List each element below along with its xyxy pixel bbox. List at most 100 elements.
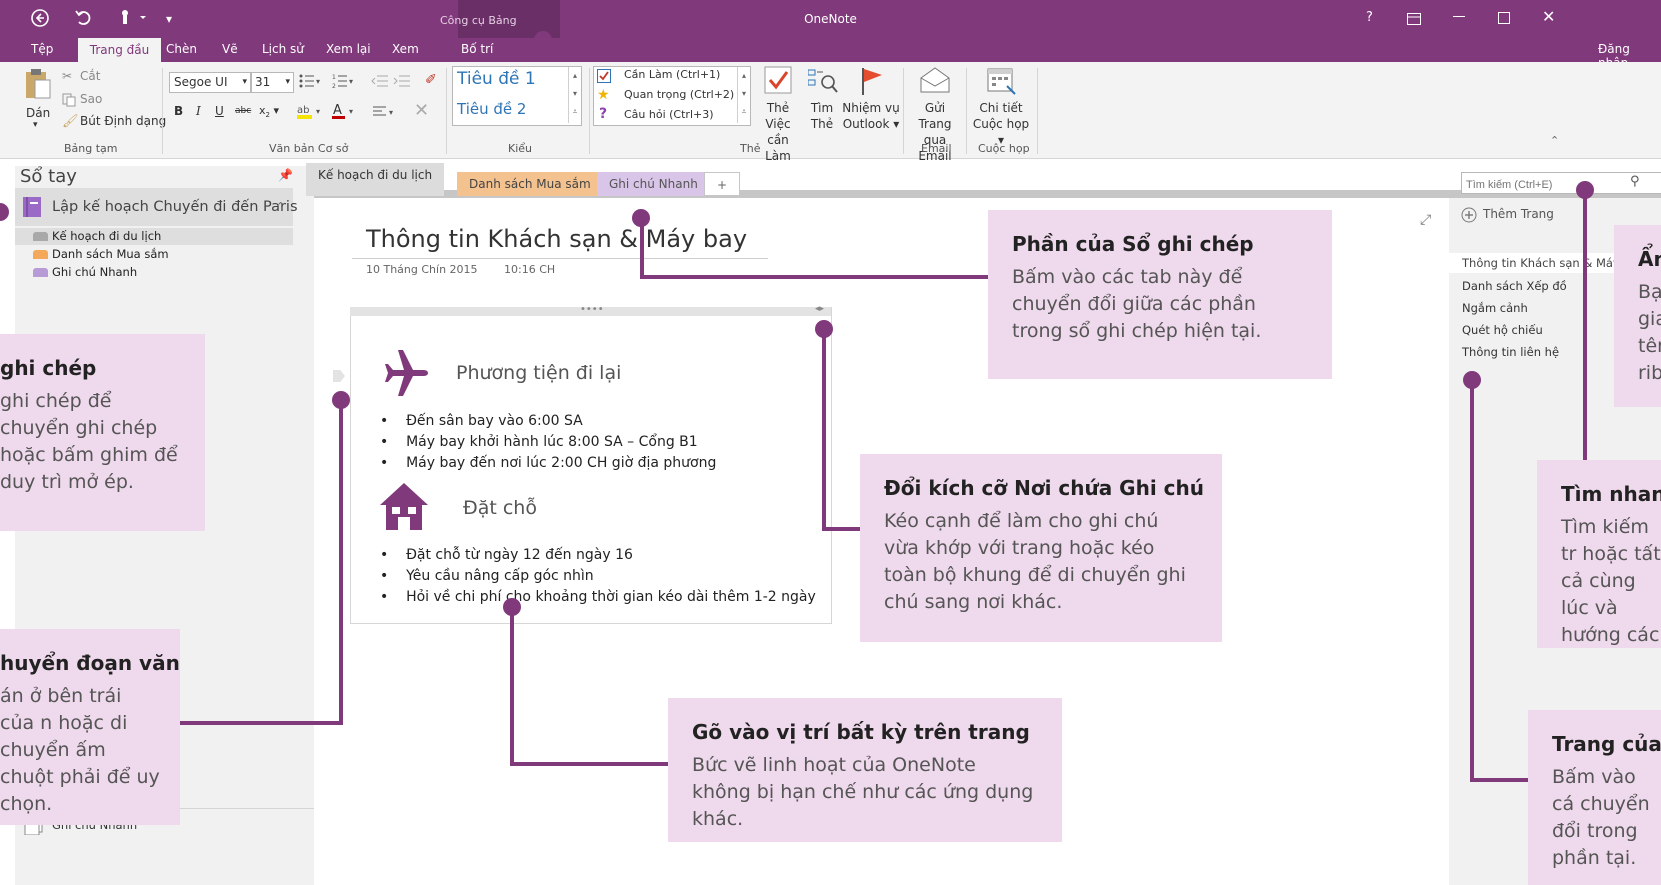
ribbon-display-icon[interactable] <box>1407 10 1421 29</box>
outlook-flag-icon[interactable] <box>860 66 884 100</box>
decrease-indent-icon[interactable] <box>371 73 389 93</box>
style-heading1[interactable]: Tiêu đề 1 <box>457 69 536 89</box>
tab-history[interactable]: Lịch sử <box>262 42 304 56</box>
todo-tag-icon[interactable] <box>764 66 792 98</box>
minimize-icon[interactable] <box>1453 16 1465 17</box>
section-tab-travel[interactable]: Kế hoạch đi du lịch <box>306 163 445 196</box>
search-box[interactable]: ⚲ <box>1461 172 1661 194</box>
maximize-icon[interactable] <box>1498 12 1510 24</box>
booking-heading[interactable]: Đặt chỗ <box>463 497 537 519</box>
copy-icon[interactable] <box>62 92 76 111</box>
list-item-text: Hỏi về chi phí cho khoảng thời gian kéo … <box>406 589 816 605</box>
section-item-shopping[interactable]: Danh sách Mua sắm <box>52 247 169 261</box>
chevron-down-icon: ▾ <box>242 77 247 87</box>
strikethrough-icon[interactable]: abc <box>235 106 251 116</box>
list-item[interactable]: • Máy bay khởi hành lúc 8:00 SA – Cổng B… <box>380 434 716 455</box>
outlook-tasks-button[interactable]: Nhiệm vụ Outlook ▾ <box>842 100 900 132</box>
section-item-travel[interactable]: Kế hoạch đi du lịch <box>52 229 161 243</box>
callout-type-anywhere: Gõ vào vị trí bất kỳ trên trang Bức vẽ l… <box>668 698 1062 842</box>
tab-insert[interactable]: Chèn <box>166 42 197 56</box>
paste-button[interactable]: Dán <box>26 106 50 120</box>
format-painter-button[interactable]: Bút Định dạng <box>80 114 166 128</box>
page-item-passport[interactable]: Quét hộ chiếu <box>1462 323 1543 337</box>
page-item-contacts[interactable]: Thông tin liên hệ <box>1462 345 1559 359</box>
styles-scroll-icon[interactable]: ▴ ▾ ⩡ <box>568 67 581 123</box>
drag-handle-icon[interactable]: •••• <box>580 304 604 315</box>
close-icon[interactable]: ✕ <box>1542 7 1555 26</box>
add-section-tab[interactable]: + <box>704 172 741 196</box>
add-page-button[interactable]: Thêm Trang <box>1483 207 1554 221</box>
tab-layout[interactable]: Bố trí <box>461 42 493 56</box>
cut-button[interactable]: Cắt <box>80 69 100 83</box>
underline-icon[interactable]: U <box>215 104 224 118</box>
highlighter-icon[interactable]: ab ▾ <box>297 102 325 124</box>
collapse-ribbon-icon[interactable]: ⌃ <box>1550 134 1559 147</box>
touch-mode-icon[interactable] <box>118 8 148 31</box>
tab-review[interactable]: Xem lại <box>326 42 371 56</box>
paste-dropdown-icon[interactable]: ▾ <box>33 120 38 130</box>
clear-formatting-icon[interactable]: ✐ <box>425 72 437 88</box>
font-name-select[interactable]: Segoe UI ▾ <box>169 72 251 93</box>
find-tags-button[interactable]: Tìm Thẻ <box>806 100 838 132</box>
section-icon <box>33 232 48 241</box>
find-tags-icon[interactable] <box>807 68 838 98</box>
tab-view[interactable]: Xem <box>392 42 419 56</box>
expand-icon[interactable]: ⤢ <box>1420 212 1431 228</box>
delete-icon[interactable]: ✕ <box>414 100 429 121</box>
list-item[interactable]: • Đặt chỗ từ ngày 12 đến ngày 16 <box>380 547 816 568</box>
transport-heading[interactable]: Phương tiện đi lại <box>456 362 621 384</box>
pin-icon[interactable]: 📌 <box>278 168 293 182</box>
font-color-icon[interactable]: A ▾ <box>332 102 358 124</box>
resize-handle-icon[interactable]: ◂▸ <box>815 304 824 314</box>
section-tab-quick-notes[interactable]: Ghi chú Nhanh <box>597 172 710 196</box>
bold-icon[interactable]: B <box>174 104 183 118</box>
search-icon[interactable]: ⚲ <box>1630 174 1640 189</box>
tag-question[interactable]: Câu hỏi (Ctrl+3) <box>624 108 714 121</box>
meeting-details-button[interactable]: Chi tiết Cuộc họp ▾ <box>970 100 1032 148</box>
style-heading2[interactable]: Tiêu đề 2 <box>457 100 526 118</box>
section-tab-shopping[interactable]: Danh sách Mua sắm <box>457 172 603 196</box>
tab-draw[interactable]: Vẽ <box>222 42 238 56</box>
section-item-quick-notes[interactable]: Ghi chú Nhanh <box>52 265 137 279</box>
undo-icon[interactable] <box>74 8 92 31</box>
page-item-packing[interactable]: Danh sách Xếp đồ <box>1462 279 1567 293</box>
page-item-sightseeing[interactable]: Ngắm cảnh <box>1462 301 1528 315</box>
tags-scroll-icon[interactable]: ▴ ▾ ⩡ <box>737 67 750 123</box>
help-button[interactable]: ? <box>1366 10 1373 25</box>
list-item[interactable]: • Yêu cầu nâng cấp góc nhìn <box>380 568 816 589</box>
tag-important[interactable]: Quan trọng (Ctrl+2) <box>624 88 734 101</box>
paste-icon[interactable] <box>24 68 52 104</box>
tab-home[interactable]: Trang đầu <box>78 38 161 62</box>
email-page-icon[interactable] <box>919 66 951 98</box>
italic-icon[interactable]: I <box>196 104 201 118</box>
tag-todo[interactable]: Cần Làm (Ctrl+1) <box>624 68 720 81</box>
callout-hide-ribbon: Ẩn Bạ gia tên rib <box>1614 225 1661 407</box>
subscript-icon[interactable]: x2 ▾ <box>259 104 279 119</box>
copy-button[interactable]: Sao <box>80 92 102 106</box>
font-size-select[interactable]: 31 ▾ <box>251 72 294 93</box>
page-title[interactable]: Thông tin Khách sạn & Máy bay <box>366 225 747 253</box>
meeting-details-icon[interactable] <box>987 66 1017 100</box>
format-painter-icon[interactable]: 🖌 <box>62 114 79 129</box>
numbering-icon[interactable]: 1 2 ▾ <box>332 73 354 93</box>
collapse-notebook-icon[interactable]: ⌃ <box>276 200 285 213</box>
list-item[interactable]: • Hỏi về chi phí cho khoảng thời gian ké… <box>380 589 816 610</box>
list-item[interactable]: • Đến sân bay vào 6:00 SA <box>380 413 716 434</box>
callout-body: Bấm vào các tab này để chuyển đổi giữa c… <box>1012 266 1262 342</box>
callout-dot <box>503 598 521 616</box>
section-icon <box>33 250 48 259</box>
bullets-icon[interactable]: ▾ <box>299 73 321 93</box>
back-icon[interactable] <box>30 8 50 33</box>
todo-tag-button[interactable]: Thẻ Việc cần Làm <box>755 100 801 164</box>
scissors-icon[interactable]: ✂ <box>62 69 72 83</box>
separator <box>903 68 904 154</box>
add-page-icon[interactable] <box>1461 207 1477 227</box>
increase-indent-icon[interactable] <box>393 73 411 93</box>
notebook-name[interactable]: Lập kế hoạch Chuyến đi đến Paris <box>52 199 298 215</box>
list-item[interactable]: • Máy bay đến nơi lúc 2:00 CH giờ địa ph… <box>380 455 716 476</box>
section-icon <box>33 268 48 277</box>
page-item-hotel[interactable]: Thông tin Khách sạn & Máy <box>1462 256 1620 270</box>
tab-file[interactable]: Tệp <box>31 42 53 56</box>
customize-qat-icon[interactable]: ▾ <box>166 12 172 26</box>
paragraph-align-icon[interactable]: ▾ <box>373 104 397 123</box>
